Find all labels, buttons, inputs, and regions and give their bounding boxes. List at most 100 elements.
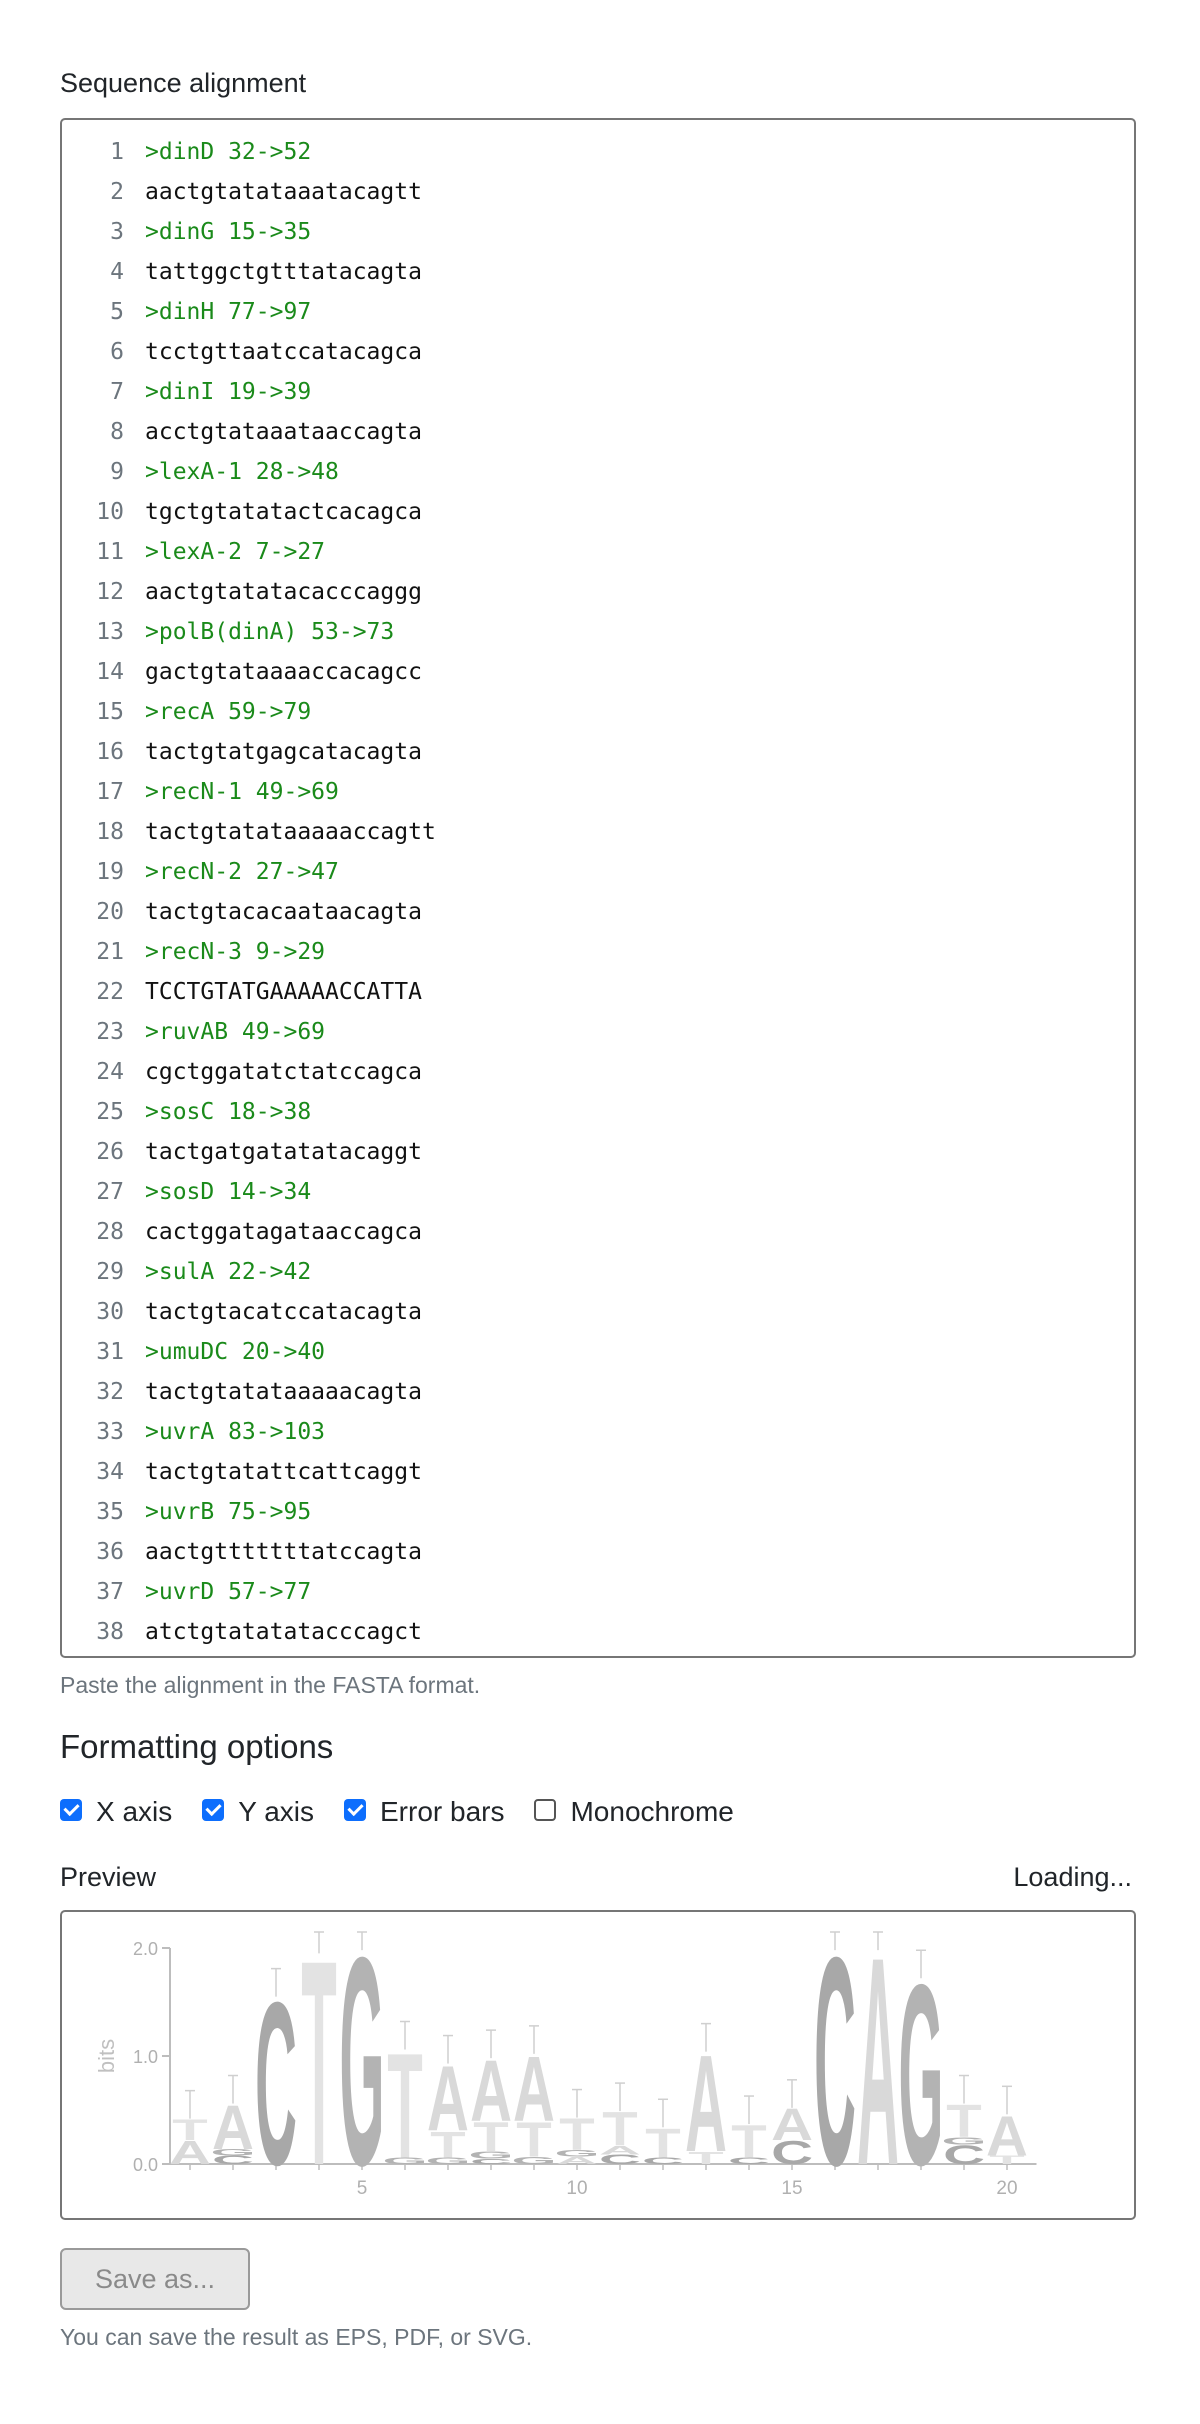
line-number: 10 bbox=[96, 499, 124, 525]
fasta-header: >polB(dinA) 53->73 bbox=[145, 619, 395, 645]
fasta-header: >recN-2 27->47 bbox=[145, 859, 339, 885]
fasta-header: >recA 59->79 bbox=[145, 699, 312, 725]
line-number: 27 bbox=[96, 1179, 124, 1205]
fasta-header: >recN-3 9->29 bbox=[145, 939, 326, 965]
y-tick-label: 1.0 bbox=[133, 2047, 158, 2067]
editor-line: 24 cgctggatatctatccagca bbox=[62, 1052, 422, 1092]
fasta-header: >uvrB 75->95 bbox=[145, 1499, 312, 1525]
sequence-text: atctgtatatatacccagct bbox=[145, 1619, 422, 1645]
line-number: 4 bbox=[110, 259, 124, 285]
fasta-header: >uvrA 83->103 bbox=[145, 1419, 326, 1445]
error-bars-checkbox[interactable] bbox=[344, 1799, 366, 1821]
line-number: 7 bbox=[110, 379, 124, 405]
fasta-header: >uvrD 57->77 bbox=[145, 1579, 312, 1605]
editor-line: 1 >dinD 32->52 bbox=[62, 132, 311, 172]
editor-line: 4 tattggctgtttatacagta bbox=[62, 252, 422, 292]
sequence-text: aactgtatatacacccaggg bbox=[145, 579, 422, 605]
line-number: 38 bbox=[96, 1619, 124, 1645]
sequence-text: aactgtttttttatccagta bbox=[145, 1539, 422, 1565]
sequence-text: acctgtataaataaccagta bbox=[145, 419, 422, 445]
line-number: 19 bbox=[96, 859, 124, 885]
line-number: 32 bbox=[96, 1379, 124, 1405]
editor-line: 38 atctgtatatatacccagct bbox=[62, 1612, 422, 1652]
save-help-text: You can save the result as EPS, PDF, or … bbox=[60, 2324, 533, 2350]
line-number: 37 bbox=[96, 1579, 124, 1605]
sequence-text: aactgtatataaatacagtt bbox=[145, 179, 422, 205]
fasta-header: >dinH 77->97 bbox=[145, 299, 312, 325]
editor-line: 12 aactgtatatacacccaggg bbox=[62, 572, 422, 612]
logo-letter-A: A bbox=[986, 2105, 1028, 2168]
fasta-header: >dinI 19->39 bbox=[145, 379, 312, 405]
editor-line: 11 >lexA-2 7->27 bbox=[62, 532, 325, 572]
editor-line: 22 TCCTGTATGAAAAACCATTA bbox=[62, 972, 422, 1012]
x-axis-checkbox[interactable] bbox=[60, 1799, 82, 1821]
line-number: 22 bbox=[96, 979, 124, 1005]
y-axis-option[interactable]: Y axis bbox=[202, 1796, 314, 1828]
sequence-text: gactgtataaaaccacagcc bbox=[145, 659, 422, 685]
line-number: 15 bbox=[96, 699, 124, 725]
editor-line: 6 tcctgttaatccatacagca bbox=[62, 332, 422, 372]
editor-line: 35 >uvrB 75->95 bbox=[62, 1492, 311, 1532]
monochrome-option[interactable]: Monochrome bbox=[534, 1796, 734, 1828]
line-number: 34 bbox=[96, 1459, 124, 1485]
y-axis-label: Y axis bbox=[238, 1796, 314, 1827]
line-number: 25 bbox=[96, 1099, 124, 1125]
logo-letter-C: C bbox=[814, 1912, 856, 2218]
line-number: 8 bbox=[110, 419, 124, 445]
x-axis-option[interactable]: X axis bbox=[60, 1796, 172, 1828]
editor-line: 7 >dinI 19->39 bbox=[62, 372, 311, 412]
editor-line: 21 >recN-3 9->29 bbox=[62, 932, 325, 972]
y-axis-checkbox[interactable] bbox=[202, 1799, 225, 1821]
fasta-header: >ruvAB 49->69 bbox=[145, 1019, 326, 1045]
editor-line: 30 tactgtacatccatacagta bbox=[62, 1292, 422, 1332]
line-number: 3 bbox=[110, 219, 124, 245]
editor-line: 31 >umuDC 20->40 bbox=[62, 1332, 325, 1372]
sequence-text: tactgtacacaataacagta bbox=[145, 899, 422, 925]
error-bars-option[interactable]: Error bars bbox=[344, 1796, 504, 1828]
sequence-text: tactgtatataaaaacagta bbox=[145, 1379, 422, 1405]
save-as-button[interactable]: Save as... bbox=[60, 2248, 250, 2310]
editor-line: 20 tactgtacacaataacagta bbox=[62, 892, 422, 932]
sequence-text: tactgtacatccatacagta bbox=[145, 1299, 422, 1325]
sequence-text: TCCTGTATGAAAAACCATTA bbox=[145, 979, 422, 1005]
formatting-options-group: X axis Y axis Error bars Monochrome bbox=[60, 1792, 764, 1832]
loading-status: Loading... bbox=[1013, 1862, 1132, 1892]
editor-line: 2 aactgtatataaatacagtt bbox=[62, 172, 422, 212]
x-axis-label: X axis bbox=[96, 1796, 173, 1827]
line-number: 12 bbox=[96, 579, 124, 605]
line-number: 28 bbox=[96, 1219, 124, 1245]
line-number: 11 bbox=[96, 539, 124, 565]
logo-letter-T: T bbox=[301, 1912, 336, 2218]
y-axis-label: bits bbox=[94, 2039, 119, 2073]
x-tick-label: 10 bbox=[566, 2178, 587, 2199]
monochrome-checkbox[interactable] bbox=[534, 1799, 557, 1821]
editor-line: 19 >recN-2 27->47 bbox=[62, 852, 339, 892]
sequence-logo-chart: 0.01.02.0bits5 10 15 20ATCGA C T GGT GTACGTAGTA… bbox=[94, 1912, 1037, 2218]
editor-line: 18 tactgtatataaaaaccagtt bbox=[62, 812, 436, 852]
line-number: 35 bbox=[96, 1499, 124, 1525]
formatting-options-heading: Formatting options bbox=[60, 1728, 334, 1765]
editor-line: 32 tactgtatataaaaacagta bbox=[62, 1372, 422, 1412]
editor-line: 23 >ruvAB 49->69 bbox=[62, 1012, 325, 1052]
preview-label: Preview bbox=[60, 1862, 157, 1892]
editor-line: 8 acctgtataaataaccagta bbox=[62, 412, 422, 452]
logo-letter-G: G bbox=[339, 1912, 384, 2218]
editor-line: 5 >dinH 77->97 bbox=[62, 292, 311, 332]
alignment-editor[interactable]: 1 >dinD 32->52 2 aactgtatataaatacagtt 3 >dinG… bbox=[60, 118, 1136, 1658]
editor-line: 36 aactgtttttttatccagta bbox=[62, 1532, 422, 1572]
fasta-header: >sosC 18->38 bbox=[145, 1099, 312, 1125]
line-number: 20 bbox=[96, 899, 124, 925]
sequence-text: tactgtatattcattcaggt bbox=[145, 1459, 422, 1485]
editor-line: 29 >sulA 22->42 bbox=[62, 1252, 311, 1292]
line-number: 31 bbox=[96, 1339, 124, 1365]
line-number: 30 bbox=[96, 1299, 124, 1325]
line-number: 24 bbox=[96, 1059, 124, 1085]
editor-line: 28 cactggatagataaccagca bbox=[62, 1212, 422, 1252]
editor-line: 15 >recA 59->79 bbox=[62, 692, 311, 732]
line-number: 1 bbox=[110, 139, 124, 165]
logo-letter-A: A bbox=[857, 1912, 899, 2218]
fasta-header: >dinD 32->52 bbox=[145, 139, 312, 165]
line-number: 6 bbox=[110, 339, 124, 365]
sequence-text: tactgatgatatatacaggt bbox=[145, 1139, 422, 1165]
line-number: 36 bbox=[96, 1539, 124, 1565]
